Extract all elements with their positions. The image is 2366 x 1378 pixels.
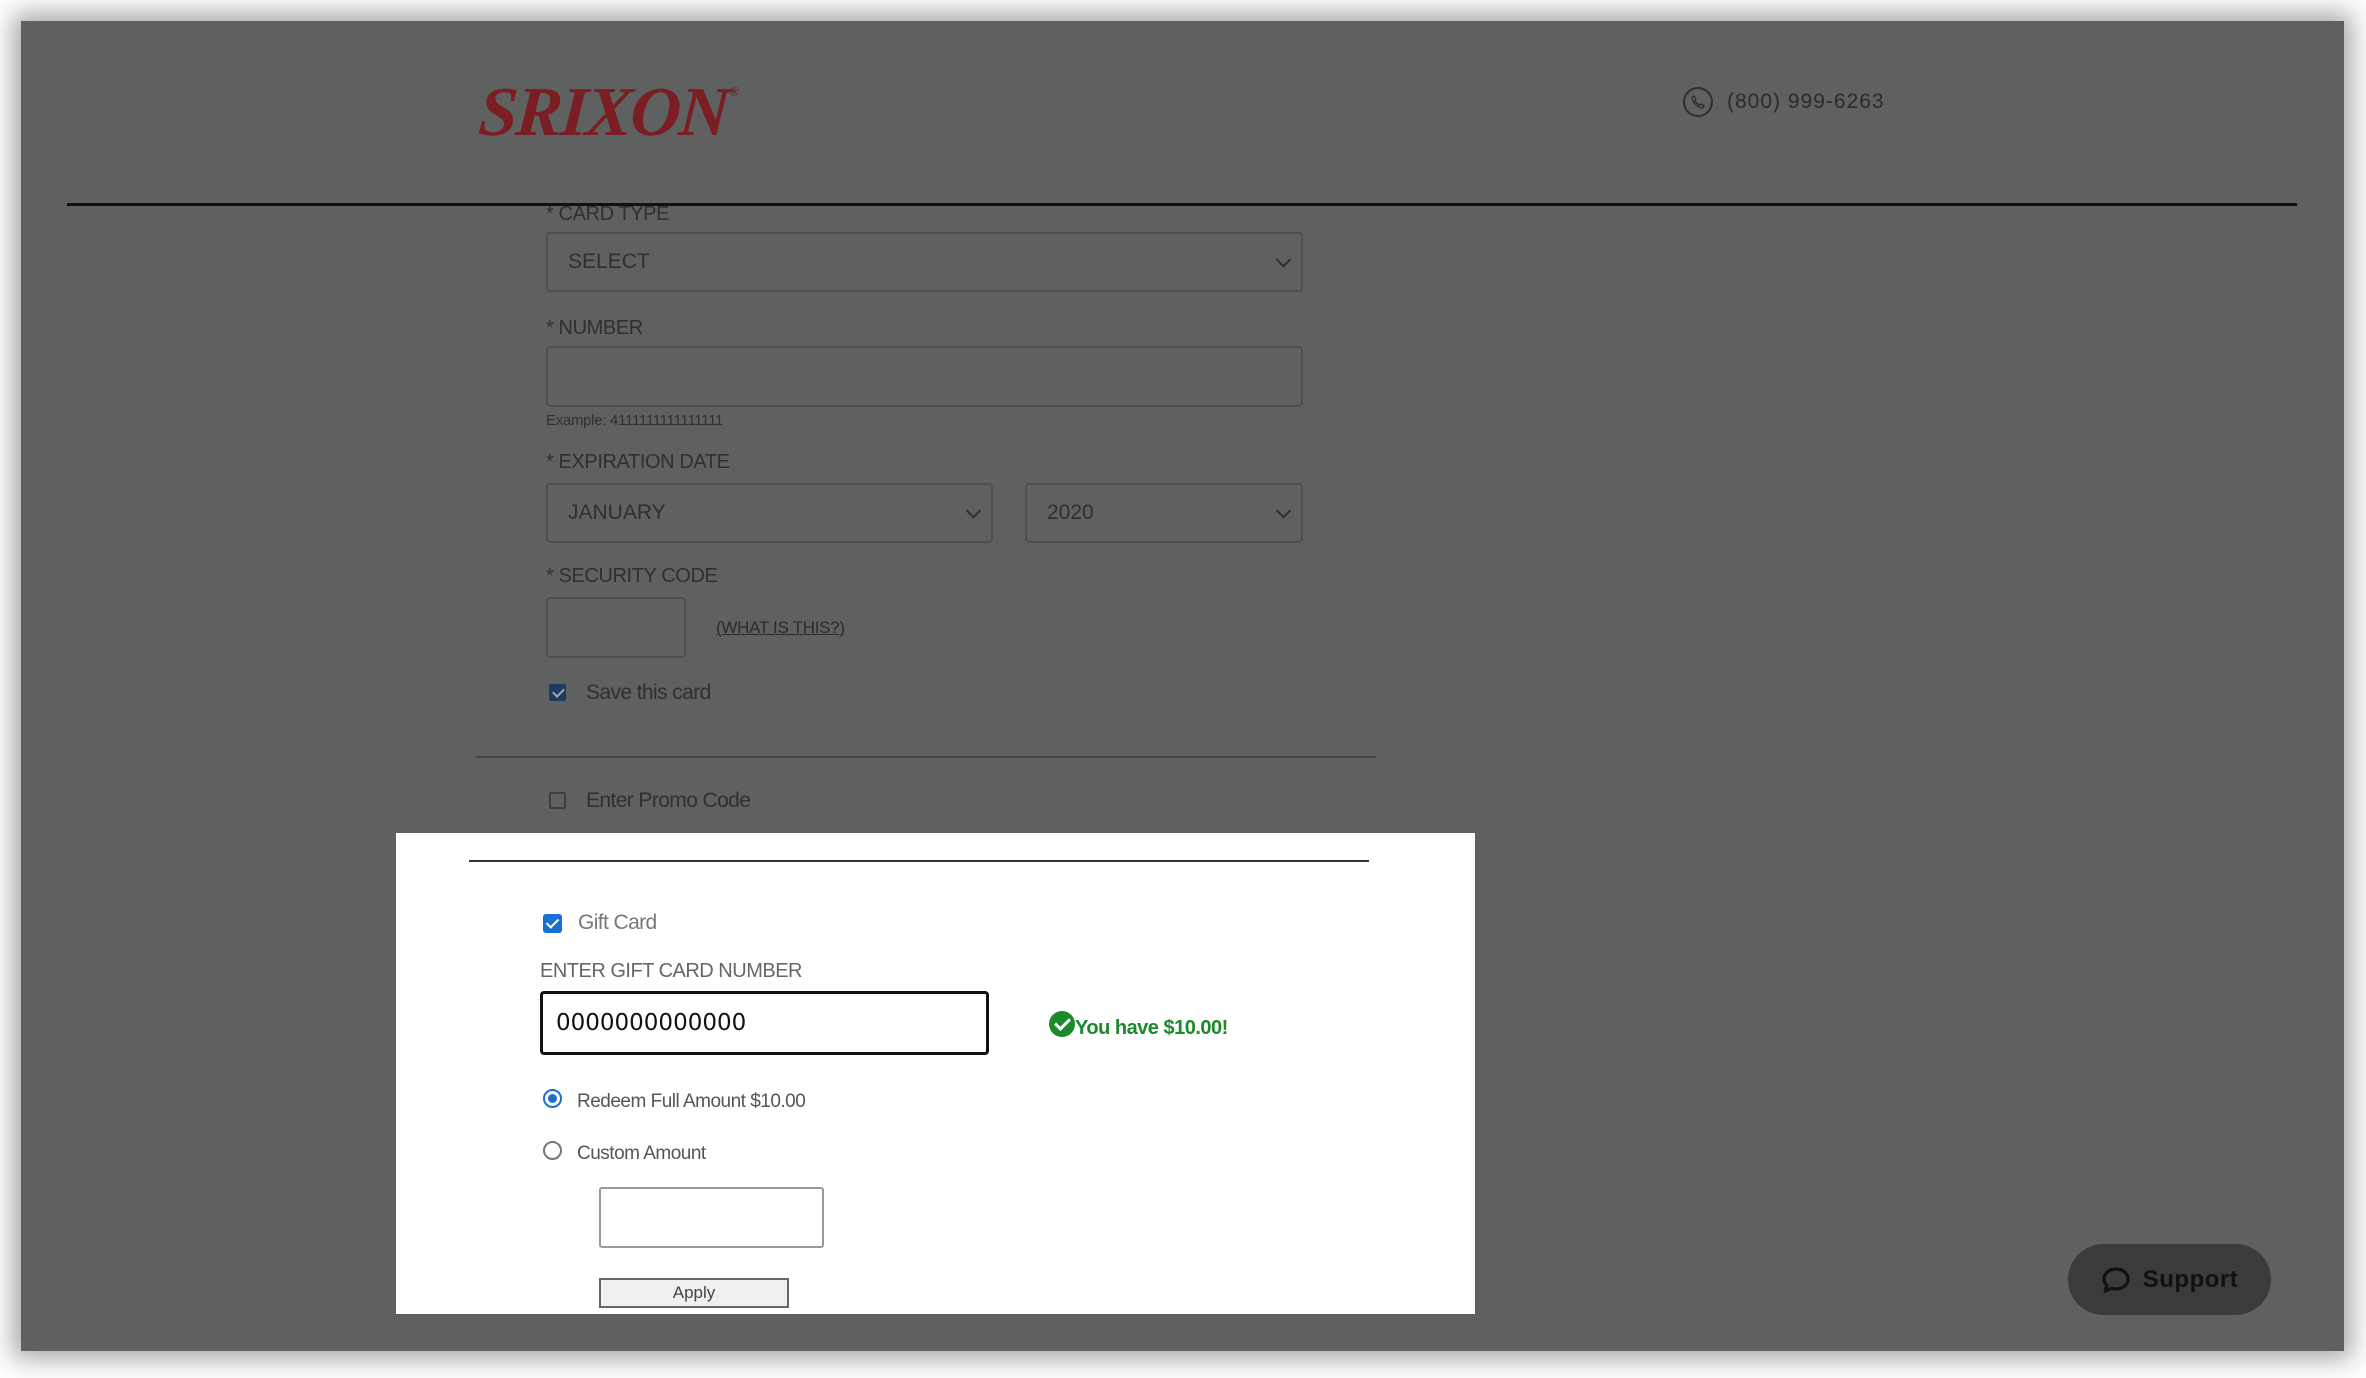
save-card-checkbox[interactable]: [549, 684, 566, 701]
card-type-select[interactable]: SELECT: [546, 232, 1303, 292]
promo-code-label: Enter Promo Code: [586, 789, 751, 812]
redeem-full-radio[interactable]: [543, 1089, 562, 1108]
card-number-input[interactable]: [546, 346, 1303, 407]
page-frame: SRIXON® (800) 999-6263 * CARD TYPE SELEC…: [21, 21, 2344, 1351]
check-circle-icon: [1049, 1011, 1075, 1037]
number-label: * NUMBER: [546, 317, 643, 339]
exp-year-select[interactable]: 2020: [1025, 483, 1303, 543]
section-divider: [476, 756, 1376, 758]
header-divider: [67, 203, 2297, 206]
custom-amount-label: Custom Amount: [577, 1143, 706, 1164]
save-card-label: Save this card: [586, 681, 711, 704]
chevron-down-icon: [1275, 503, 1292, 519]
support-button[interactable]: Support: [2068, 1244, 2271, 1315]
exp-month-value: JANUARY: [568, 501, 666, 524]
phone-number-link[interactable]: (800) 999-6263: [1727, 90, 1885, 114]
exp-month-select[interactable]: JANUARY: [546, 483, 993, 543]
section-divider: [469, 860, 1369, 862]
chat-bubble-icon: [2102, 1266, 2130, 1293]
gift-card-panel: Gift Card ENTER GIFT CARD NUMBER You hav…: [396, 833, 1475, 1314]
card-type-label: * CARD TYPE: [546, 203, 670, 225]
phone-icon: [1683, 87, 1713, 117]
card-number-hint: Example: 4111111111111111: [546, 412, 724, 429]
chevron-down-icon: [1275, 252, 1292, 268]
srixon-logo[interactable]: SRIXON®: [476, 74, 739, 151]
support-label: Support: [2142, 1265, 2239, 1293]
custom-amount-input[interactable]: [599, 1187, 824, 1248]
gift-card-balance-message: You have $10.00!: [1075, 1017, 1228, 1039]
card-type-value: SELECT: [568, 250, 650, 273]
what-is-this-link[interactable]: (WHAT IS THIS?): [716, 618, 845, 638]
security-code-label: * SECURITY CODE: [546, 565, 718, 587]
promo-code-checkbox[interactable]: [549, 792, 566, 809]
exp-year-value: 2020: [1047, 501, 1094, 524]
gift-card-number-input[interactable]: [540, 991, 989, 1055]
gift-card-number-label: ENTER GIFT CARD NUMBER: [540, 960, 802, 982]
gift-card-checkbox[interactable]: [543, 914, 562, 933]
expiration-date-label: * EXPIRATION DATE: [546, 451, 730, 473]
redeem-full-label: Redeem Full Amount $10.00: [577, 1091, 806, 1112]
custom-amount-radio[interactable]: [543, 1141, 562, 1160]
apply-button[interactable]: Apply: [599, 1278, 789, 1308]
gift-card-label: Gift Card: [578, 911, 657, 934]
security-code-input[interactable]: [546, 597, 686, 658]
chevron-down-icon: [965, 503, 982, 519]
